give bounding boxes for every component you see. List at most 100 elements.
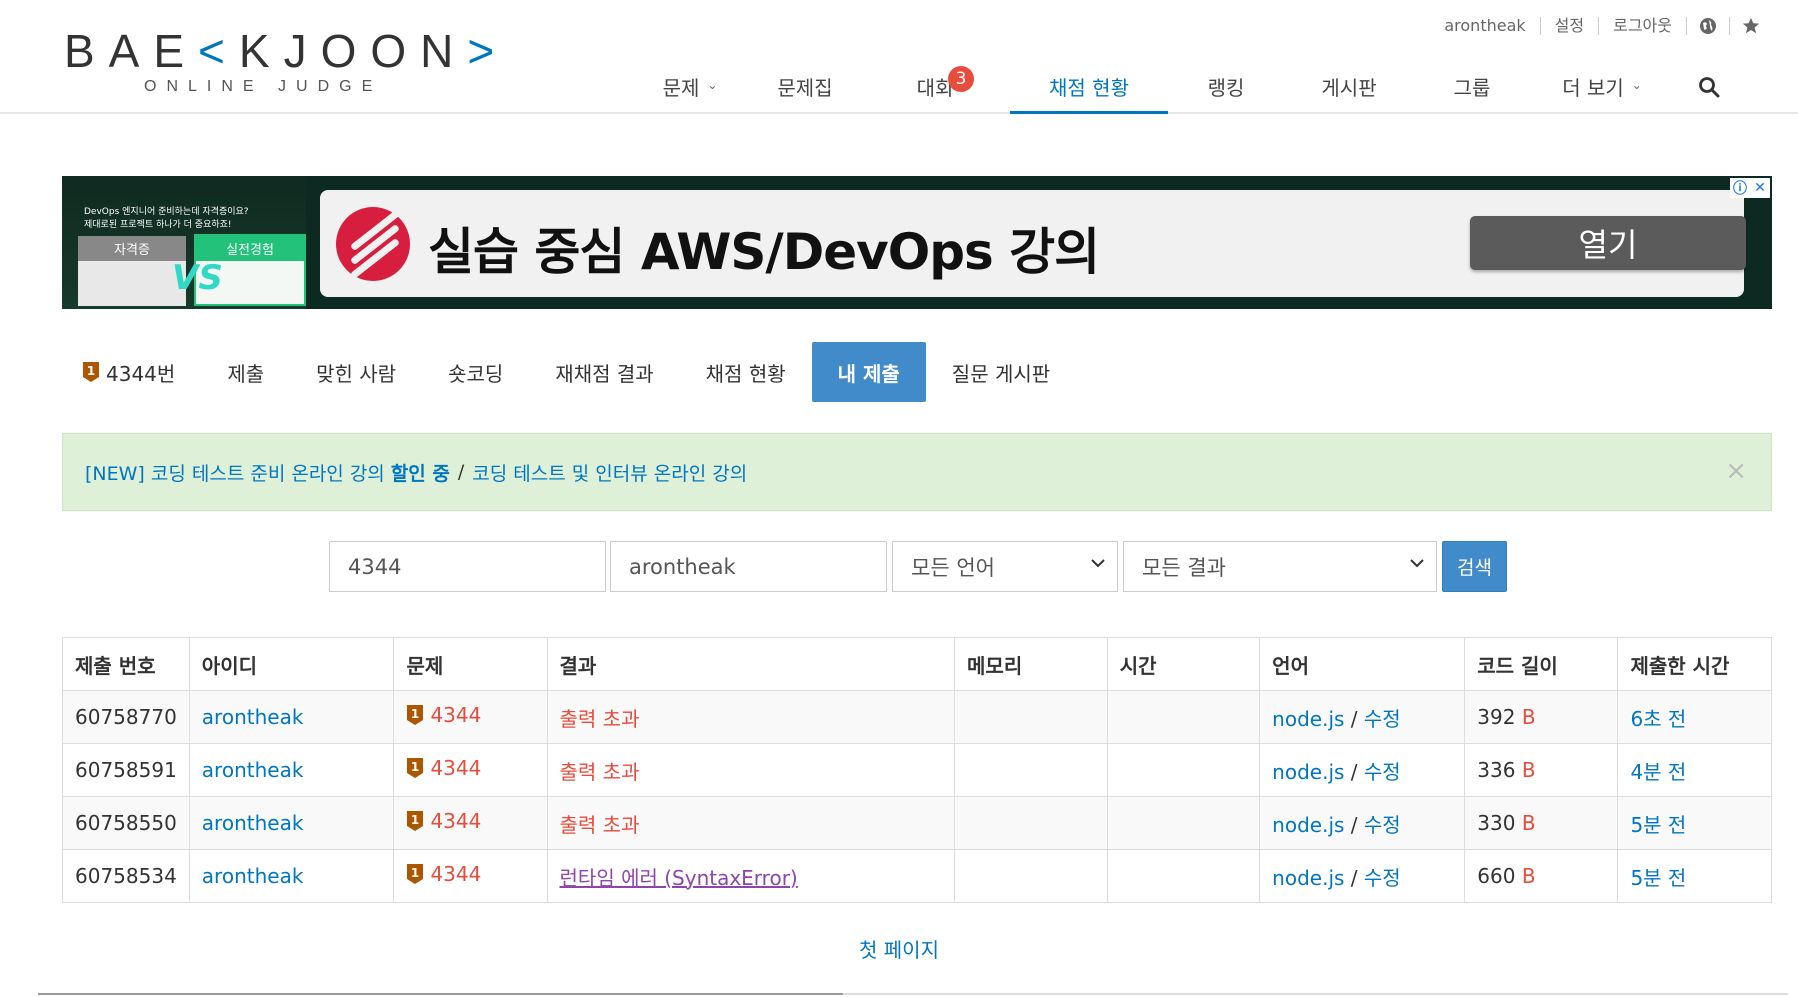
col-problem: 문제 [393,637,548,691]
username-link[interactable]: arontheak [1430,17,1539,35]
table-row: 60758534 arontheak 1 4344 런타임 에러 (SyntaxE… [62,849,1772,903]
nav-board[interactable]: 게시판 [1284,60,1414,114]
result-select-value: 모든 결과 [1142,555,1226,580]
memory-cell [954,849,1108,903]
submission-id: 60758591 [62,743,190,797]
result-link[interactable]: 런타임 에러 (SyntaxError) [560,866,798,890]
settings-link[interactable]: 설정 [1539,17,1598,35]
table-row: 60758550 arontheak 1 4344 출력 초과 node.js /… [62,796,1772,850]
ad-open-button[interactable]: 열기 [1470,216,1746,270]
nav-more-label: 더 보기 [1562,76,1624,100]
col-result: 결과 [546,637,956,691]
info-icon[interactable]: ⓘ [1730,178,1750,198]
problem-link[interactable]: 1 4344 [406,862,481,886]
user-link[interactable]: arontheak [202,705,304,729]
nav-status-label: 채점 현황 [1049,76,1129,100]
nav-contest[interactable]: 대회 3 [860,60,1010,114]
time-cell [1106,849,1261,903]
code-length: 392 B [1464,690,1619,744]
submitted-time-link[interactable]: 5분 전 [1630,813,1686,837]
ad-headline: 실습 중심 AWS/DevOps 강의 [428,223,1100,281]
star-icon[interactable] [1729,17,1772,35]
tab-problem[interactable]: 1 4344번 [62,342,201,402]
user-id-input[interactable]: arontheak [610,541,887,592]
language-select[interactable]: 모든 언어 [892,541,1118,592]
tab-qna-board[interactable]: 질문 게시판 [926,342,1076,402]
edit-link[interactable]: 수정 [1364,707,1401,731]
col-user: 아이디 [188,637,395,691]
main-nav: 문제 ⌄ 문제집 대회 3 채점 현황 랭킹 게시판 그룹 더 보기 ⌄ [630,60,1744,114]
tab-rejudge[interactable]: 재채점 결과 [529,342,679,402]
nav-group-label: 그룹 [1453,76,1491,100]
nav-workbook[interactable]: 문제집 [750,60,860,114]
edit-link[interactable]: 수정 [1364,866,1401,890]
nav-board-label: 게시판 [1321,76,1377,100]
language-link[interactable]: node.js [1272,760,1344,784]
time-cell [1106,743,1261,797]
footer-divider [38,993,1788,995]
bronze-tier-icon: 1 [83,362,99,382]
nav-problems[interactable]: 문제 ⌄ [630,60,750,114]
tab-submit[interactable]: 제출 [201,342,290,402]
submission-id: 60758770 [62,690,190,744]
col-submitted-at: 제출한 시간 [1617,637,1772,691]
svg-text:1: 1 [411,813,419,827]
language-link[interactable]: node.js [1272,707,1344,731]
promo-link-1[interactable]: [NEW] 코딩 테스트 준비 온라인 강의 할인 중 [85,459,450,486]
promo-alert: [NEW] 코딩 테스트 준비 온라인 강의 할인 중 / 코딩 테스트 및 인… [62,433,1772,511]
problem-tabs: 1 4344번 제출 맞힌 사람 숏코딩 재채점 결과 채점 현황 내 제출 질… [62,342,1076,402]
ad-content[interactable]: 실습 중심 AWS/DevOps 강의 열기 [320,190,1746,297]
search-button[interactable]: 검색 [1442,541,1507,592]
site-logo[interactable]: BAE<KJOON> ONLINE JUDGE [64,28,494,98]
logout-link[interactable]: 로그아웃 [1598,17,1686,35]
language-link[interactable]: node.js [1272,813,1344,837]
user-link[interactable]: arontheak [202,811,304,835]
submitted-time-link[interactable]: 5분 전 [1630,866,1686,890]
status-search-form: 4344 arontheak 모든 언어 모든 결과 검색 [0,541,1798,592]
nav-status[interactable]: 채점 현황 [1010,60,1168,114]
user-topbar: arontheak 설정 로그아웃 [1430,12,1772,40]
ad-banner[interactable]: DevOps 엔지니어 준비하는데 자격증이요? 제대로된 프로젝트 하나가 더 … [62,176,1772,309]
bronze-tier-icon: 1 [407,758,424,778]
close-icon[interactable]: × [1725,456,1747,486]
first-page-link[interactable]: 첫 페이지 [859,938,939,962]
tab-status[interactable]: 채점 현황 [680,342,812,402]
site-header: BAE<KJOON> ONLINE JUDGE arontheak 설정 로그아… [0,0,1798,114]
nav-more[interactable]: 더 보기 ⌄ [1530,60,1674,114]
nav-workbook-label: 문제집 [777,76,833,100]
search-icon[interactable] [1674,60,1744,114]
result-select[interactable]: 모든 결과 [1123,541,1437,592]
result-text: 출력 초과 [559,706,640,731]
problem-link[interactable]: 1 4344 [406,809,481,833]
result-text: 출력 초과 [559,759,640,784]
tab-short-coding[interactable]: 숏코딩 [422,342,529,402]
ad-controls: ⓘ ✕ [1730,178,1770,198]
tab-solved[interactable]: 맞힌 사람 [290,342,422,402]
table-row: 60758591 arontheak 1 4344 출력 초과 node.js /… [62,743,1772,797]
col-code-length: 코드 길이 [1464,637,1619,691]
tab-problem-label: 4344번 [106,361,176,386]
svg-text:1: 1 [87,364,95,378]
problem-link[interactable]: 1 4344 [406,703,481,727]
tab-my-submissions[interactable]: 내 제출 [811,342,926,402]
edit-link[interactable]: 수정 [1364,813,1401,837]
promo-link-2[interactable]: 코딩 테스트 및 인터뷰 온라인 강의 [472,459,747,486]
nav-group[interactable]: 그룹 [1414,60,1530,114]
user-link[interactable]: arontheak [202,864,304,888]
ad-card-cert: 자격증 [78,236,186,306]
nav-ranking[interactable]: 랭킹 [1168,60,1284,114]
close-icon[interactable]: ✕ [1750,178,1770,198]
problem-id-input[interactable]: 4344 [329,541,606,592]
submitted-time-link[interactable]: 6초 전 [1630,707,1686,731]
language-link[interactable]: node.js [1272,866,1344,890]
chevron-down-icon [1410,556,1424,572]
edit-link[interactable]: 수정 [1364,760,1401,784]
pagination: 첫 페이지 [0,934,1798,963]
submitted-time-link[interactable]: 4분 전 [1630,760,1686,784]
svg-text:1: 1 [411,866,419,880]
language-select-value: 모든 언어 [911,555,995,580]
svg-text:1: 1 [411,760,419,774]
globe-icon[interactable] [1686,17,1729,35]
user-link[interactable]: arontheak [202,758,304,782]
problem-link[interactable]: 1 4344 [406,756,481,780]
